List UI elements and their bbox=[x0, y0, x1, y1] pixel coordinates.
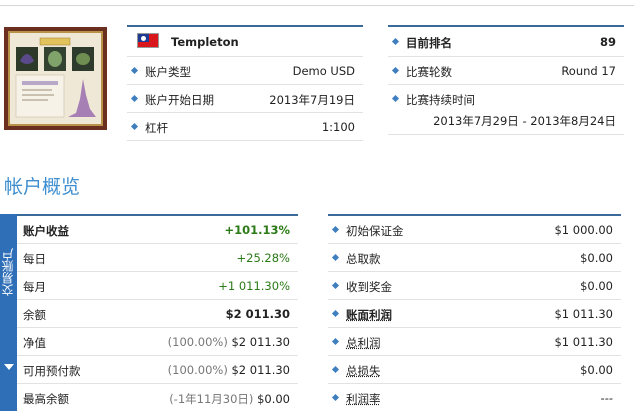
round-value: Round 17 bbox=[561, 64, 616, 78]
account-name-row: Templeton bbox=[127, 27, 363, 57]
total-withdrawals-value: $0.00 bbox=[580, 251, 613, 265]
leverage-label: 杠杆 bbox=[145, 121, 168, 135]
overview-left-table: 账户收益 +101.13% 每日 +25.28% 每月 +1 011.30% 余… bbox=[17, 214, 298, 411]
bonus-received-label: 收到奖金 bbox=[346, 280, 392, 294]
total-withdrawals-label: 总取款 bbox=[346, 252, 381, 266]
duration-label: 比赛持续时间 bbox=[406, 93, 475, 107]
bullet-icon bbox=[130, 94, 139, 103]
chevron-down-icon bbox=[4, 364, 14, 370]
account-type-value: Demo USD bbox=[292, 64, 355, 78]
overview-right-table: 初始保证金 $1 000.00 总取款 $0.00 收到奖金 $0.00 账面利… bbox=[328, 214, 621, 411]
total-loss-label[interactable]: 总损失 bbox=[346, 363, 381, 379]
bullet-icon bbox=[391, 94, 400, 103]
table-row: 账面利润 $1 011.30 bbox=[328, 300, 621, 328]
account-type-row: 账户类型 Demo USD bbox=[127, 57, 363, 85]
table-row: 总损失 $0.00 bbox=[328, 356, 621, 384]
highest-balance-value: (-1年11月30日) $0.00 bbox=[169, 391, 290, 407]
bullet-icon bbox=[331, 225, 340, 234]
taiwan-flag-icon bbox=[137, 33, 159, 48]
leverage-row: 杠杆 1:100 bbox=[127, 113, 363, 141]
monthly-label: 每月 bbox=[23, 280, 46, 294]
free-margin-label: 可用预付款 bbox=[23, 364, 81, 378]
leverage-value: 1:100 bbox=[321, 120, 355, 134]
table-row: 余额 $2 011.30 bbox=[17, 300, 298, 328]
balance-label: 余额 bbox=[23, 308, 46, 322]
bullet-icon bbox=[391, 66, 400, 75]
bullet-icon bbox=[130, 66, 139, 75]
bullet-icon bbox=[331, 281, 340, 290]
balance-value: $2 011.30 bbox=[225, 307, 290, 321]
free-margin-percent: (100.00%) bbox=[167, 363, 228, 377]
free-margin-amount: $2 011.30 bbox=[231, 363, 290, 377]
initial-deposit-value: $1 000.00 bbox=[554, 223, 613, 237]
bullet-icon bbox=[331, 309, 340, 318]
table-row: 利润率 --- bbox=[328, 384, 621, 411]
daily-value: +25.28% bbox=[236, 251, 291, 265]
total-loss-value: $0.00 bbox=[580, 363, 613, 377]
table-row: 可用预付款 (100.00%) $2 011.30 bbox=[17, 356, 298, 384]
equity-percent: (100.00%) bbox=[167, 335, 228, 349]
table-row: 初始保证金 $1 000.00 bbox=[328, 216, 621, 244]
bullet-icon bbox=[130, 122, 139, 131]
table-row: 总利润 $1 011.30 bbox=[328, 328, 621, 356]
total-profit-value: $1 011.30 bbox=[554, 335, 613, 349]
account-info-panel: Templeton 账户类型 Demo USD 账户开始日期 2013年7月19… bbox=[127, 25, 363, 141]
sidebar-tab-label: 交易账户 bbox=[1, 248, 15, 296]
table-row: 收到奖金 $0.00 bbox=[328, 272, 621, 300]
profit-factor-label[interactable]: 利润率 bbox=[346, 391, 381, 407]
bonus-received-value: $0.00 bbox=[580, 279, 613, 293]
account-start-date-label: 账户开始日期 bbox=[145, 93, 214, 107]
sidebar-tab[interactable]: 交易账户 bbox=[0, 214, 17, 411]
total-gain-label: 账户收益 bbox=[23, 224, 69, 238]
equity-amount: $2 011.30 bbox=[231, 335, 290, 349]
bullet-icon bbox=[331, 337, 340, 346]
table-row: 总取款 $0.00 bbox=[328, 244, 621, 272]
account-photo bbox=[4, 27, 107, 130]
round-label: 比赛轮数 bbox=[406, 65, 452, 79]
highest-balance-date: (-1年11月30日) bbox=[169, 392, 254, 406]
duration-value: 2013年7月29日 - 2013年8月24日 bbox=[433, 114, 616, 128]
account-name: Templeton bbox=[171, 35, 239, 49]
book-profit-label[interactable]: 账面利润 bbox=[346, 307, 392, 323]
equity-label: 净值 bbox=[23, 336, 46, 350]
highest-balance-amount: $0.00 bbox=[257, 392, 290, 406]
section-title: 帐户概览 bbox=[4, 176, 81, 198]
bullet-icon bbox=[331, 393, 340, 402]
free-margin-value: (100.00%) $2 011.30 bbox=[168, 363, 290, 377]
round-row: 比赛轮数 Round 17 bbox=[388, 57, 624, 85]
account-start-date-value: 2013年7月19日 bbox=[269, 93, 355, 107]
book-profit-value: $1 011.30 bbox=[554, 307, 613, 321]
rank-row: 目前排名 89 bbox=[388, 27, 624, 57]
table-row: 每月 +1 011.30% bbox=[17, 272, 298, 300]
equity-value: (100.00%) $2 011.30 bbox=[168, 335, 290, 349]
account-type-label: 账户类型 bbox=[145, 65, 191, 79]
profit-factor-value: --- bbox=[600, 391, 613, 405]
contest-info-panel: 目前排名 89 比赛轮数 Round 17 比赛持续时间 2013年7月29日 … bbox=[388, 25, 624, 135]
total-profit-label[interactable]: 总利润 bbox=[346, 335, 381, 351]
table-row: 每日 +25.28% bbox=[17, 244, 298, 272]
monthly-value: +1 011.30% bbox=[218, 279, 290, 293]
bullet-icon bbox=[331, 253, 340, 262]
bullet-icon bbox=[331, 365, 340, 374]
duration-row: 比赛持续时间 2013年7月29日 - 2013年8月24日 bbox=[388, 85, 624, 135]
daily-label: 每日 bbox=[23, 252, 46, 266]
table-row: 账户收益 +101.13% bbox=[17, 216, 298, 244]
highest-balance-label: 最高余额 bbox=[23, 392, 69, 406]
initial-deposit-label: 初始保证金 bbox=[346, 224, 404, 238]
account-start-date-row: 账户开始日期 2013年7月19日 bbox=[127, 85, 363, 113]
bullet-icon bbox=[391, 37, 400, 46]
rank-value: 89 bbox=[599, 35, 616, 49]
total-gain-value: +101.13% bbox=[224, 223, 290, 237]
framed-artwork-image bbox=[10, 33, 101, 124]
rank-label: 目前排名 bbox=[406, 36, 452, 50]
table-row: 净值 (100.00%) $2 011.30 bbox=[17, 328, 298, 356]
top-divider bbox=[0, 5, 634, 6]
table-row: 最高余额 (-1年11月30日) $0.00 bbox=[17, 384, 298, 411]
